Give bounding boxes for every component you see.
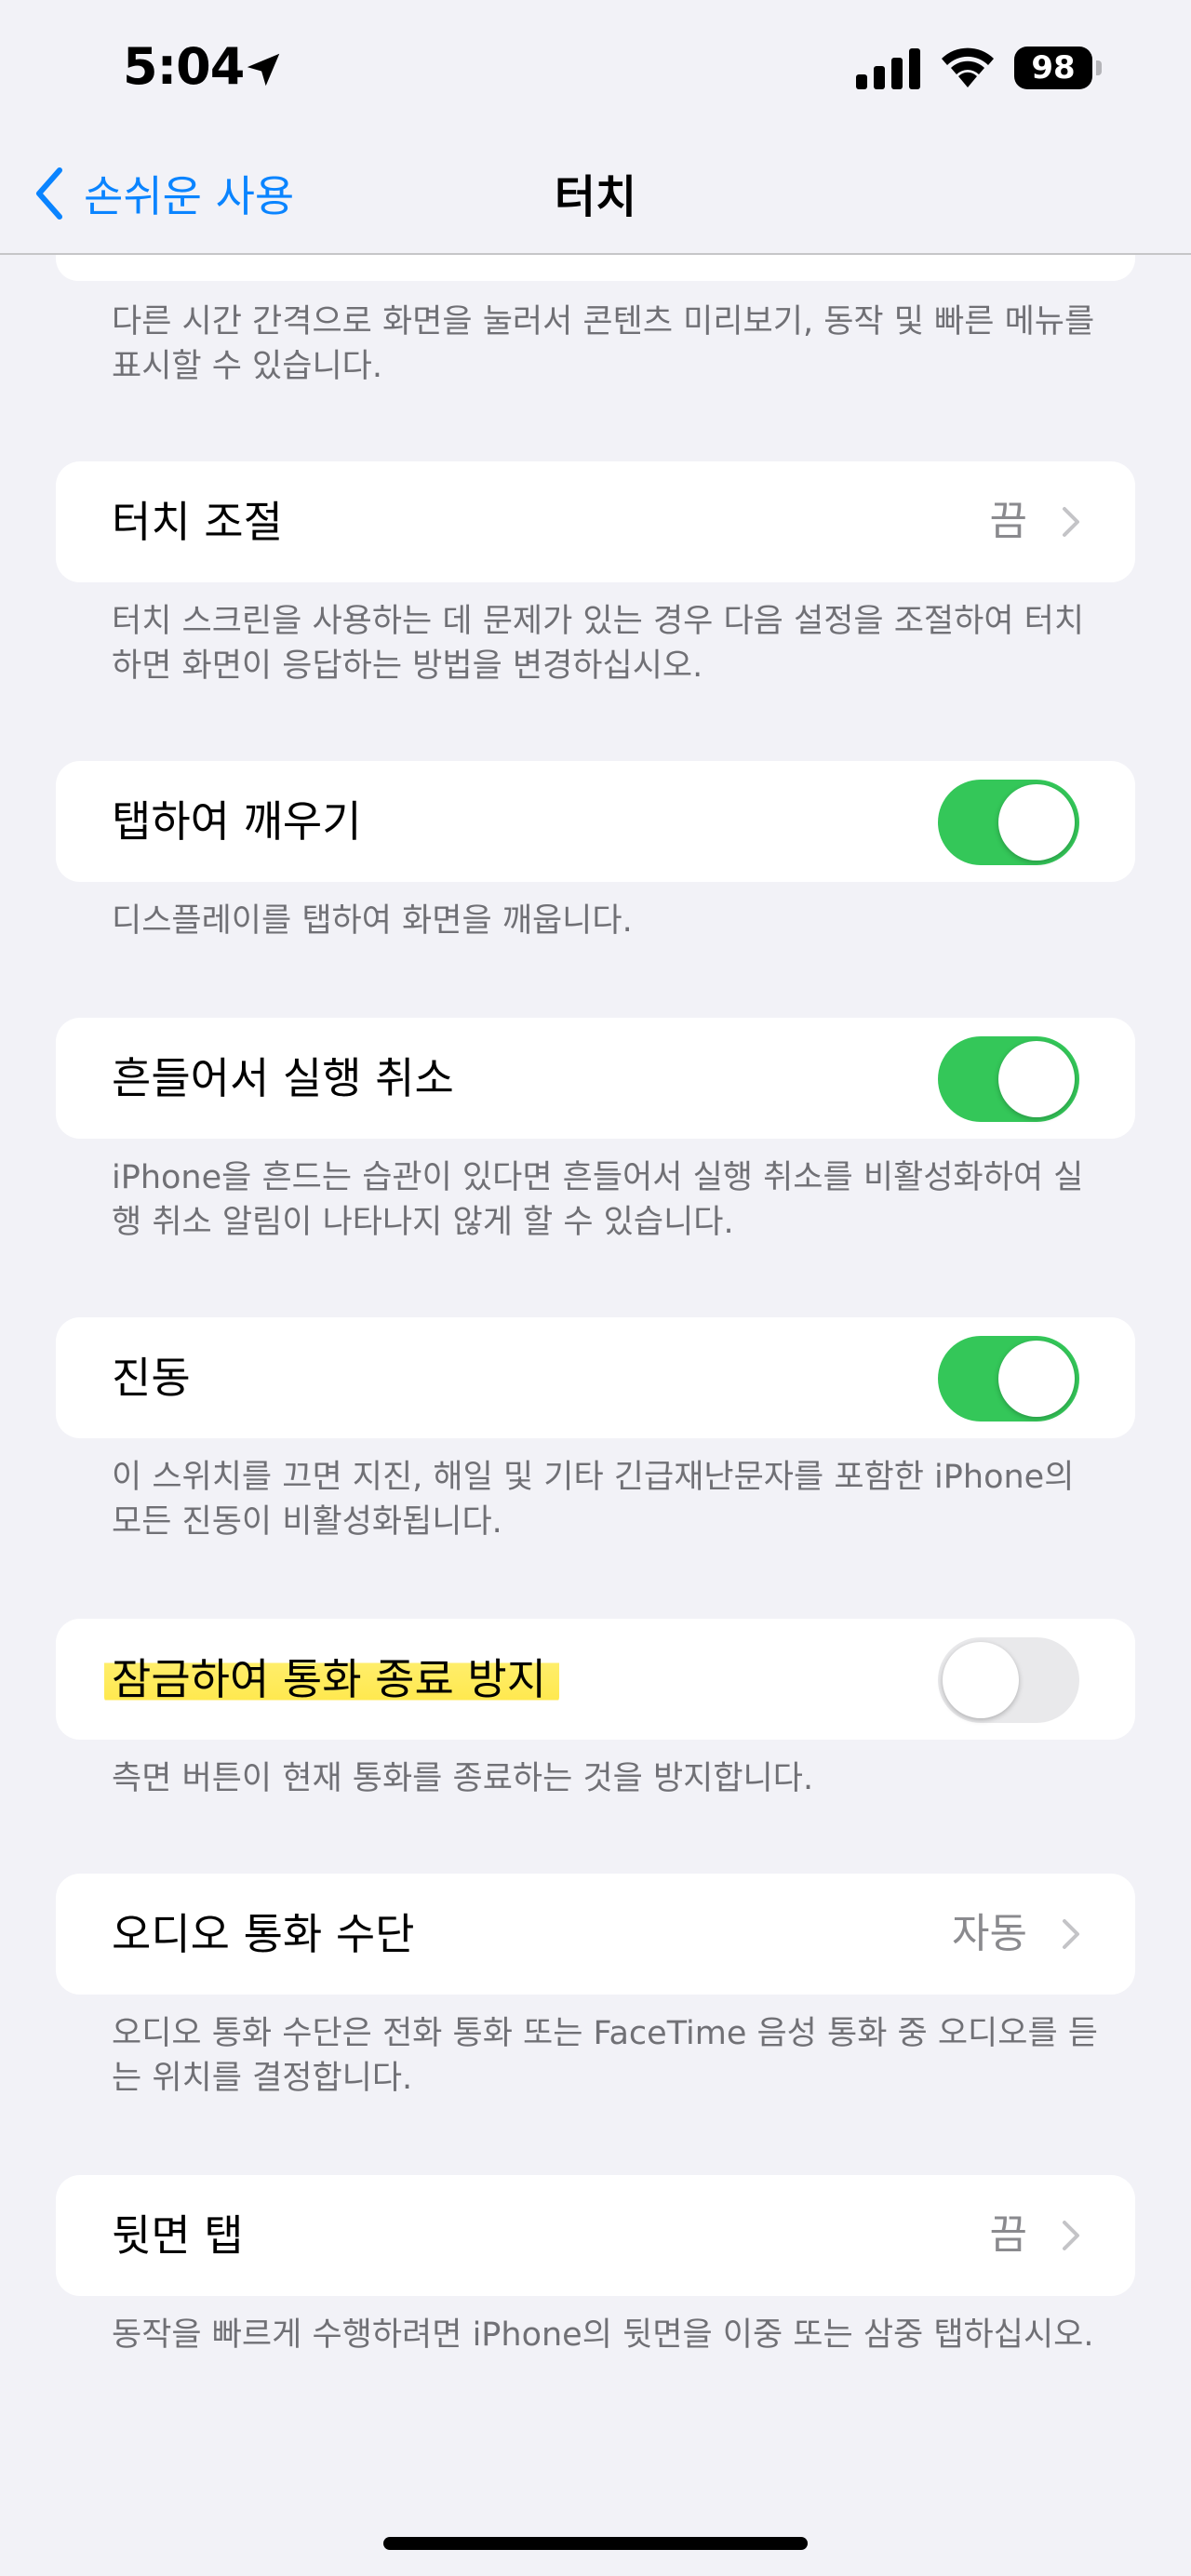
touch-accommodations-row[interactable]: 터치 조절 끔 (56, 461, 1135, 582)
home-indicator[interactable] (383, 2537, 808, 2550)
battery-tip (1096, 60, 1102, 75)
navigation-bar: 손쉬운 사용 터치 (0, 140, 1191, 255)
prevent-lock-to-end-call-footer: 측면 버튼이 현재 통화를 종료하는 것을 방지합니다. (112, 1760, 814, 1797)
row-label: 터치 조절 (112, 497, 283, 547)
previous-card-edge (56, 255, 1135, 281)
call-audio-routing-row[interactable]: 오디오 통화 수단 자동 (56, 1874, 1135, 1995)
touch-accommodations-footer: 터치 스크린을 사용하는 데 문제가 있는 경우 다음 설정을 조절하여 터치하… (112, 603, 1085, 685)
highlighted-label: 잠금하여 통화 종료 방지 (104, 1654, 560, 1704)
shake-to-undo-toggle[interactable] (938, 1036, 1079, 1122)
vibration-row: 진동 (56, 1317, 1135, 1438)
intro-footer: 다른 시간 간격으로 화면을 눌러서 콘텐츠 미리보기, 동작 및 빠른 메뉴를… (112, 303, 1095, 385)
wifi-icon (942, 47, 994, 87)
shake-to-undo-row: 흔들어서 실행 취소 (56, 1018, 1135, 1139)
chevron-right-icon (1063, 2221, 1079, 2250)
toggle-knob (998, 1341, 1075, 1417)
row-label: 탭하여 깨우기 (112, 796, 362, 847)
back-tap-row[interactable]: 뒷면 탭 끔 (56, 2175, 1135, 2296)
toggle-knob (998, 1041, 1075, 1117)
call-audio-routing-footer: 오디오 통화 수단은 전화 통화 또는 FaceTime 음성 통화 중 오디오… (112, 2015, 1098, 2097)
cellular-signal-icon (856, 48, 920, 89)
tap-to-wake-toggle[interactable] (938, 780, 1079, 865)
toggle-knob (943, 1642, 1019, 1718)
shake-to-undo-footer: iPhone을 흔드는 습관이 있다면 흔들어서 실행 취소를 비활성화하여 실… (112, 1159, 1084, 1241)
chevron-right-icon (1063, 1919, 1079, 1949)
row-label: 진동 (112, 1353, 191, 1403)
row-label: 잠금하여 통화 종료 방지 (104, 1619, 560, 1740)
vibration-toggle[interactable] (938, 1336, 1079, 1421)
battery-level: 98 (1031, 49, 1076, 87)
toggle-knob (998, 784, 1075, 861)
row-label: 흔들어서 실행 취소 (112, 1053, 454, 1103)
chevron-right-icon (1063, 507, 1079, 537)
back-tap-footer: 동작을 빠르게 수행하려면 iPhone의 뒷면을 이중 또는 삼중 탭하십시오… (112, 2316, 1094, 2354)
vibration-footer: 이 스위치를 끄면 지진, 해일 및 기타 긴급재난문자를 포함한 iPhone… (112, 1459, 1075, 1541)
status-time: 5:04 (123, 37, 245, 96)
row-value: 끔 (989, 498, 1027, 545)
prevent-lock-to-end-call-toggle[interactable] (938, 1637, 1079, 1723)
row-label: 뒷면 탭 (112, 2210, 244, 2261)
tap-to-wake-footer: 디스플레이를 탭하여 화면을 깨웁니다. (112, 902, 633, 940)
prevent-lock-to-end-call-row: 잠금하여 통화 종료 방지 (56, 1619, 1135, 1740)
row-label: 오디오 통화 수단 (112, 1909, 415, 1959)
location-arrow-icon (247, 53, 280, 87)
battery-icon: 98 (1014, 47, 1102, 89)
row-value: 자동 (952, 1910, 1027, 1957)
status-bar: 5:04 98 (0, 0, 1191, 140)
tap-to-wake-row: 탭하여 깨우기 (56, 761, 1135, 882)
row-value: 끔 (989, 2211, 1027, 2259)
page-title: 터치 (554, 171, 637, 223)
